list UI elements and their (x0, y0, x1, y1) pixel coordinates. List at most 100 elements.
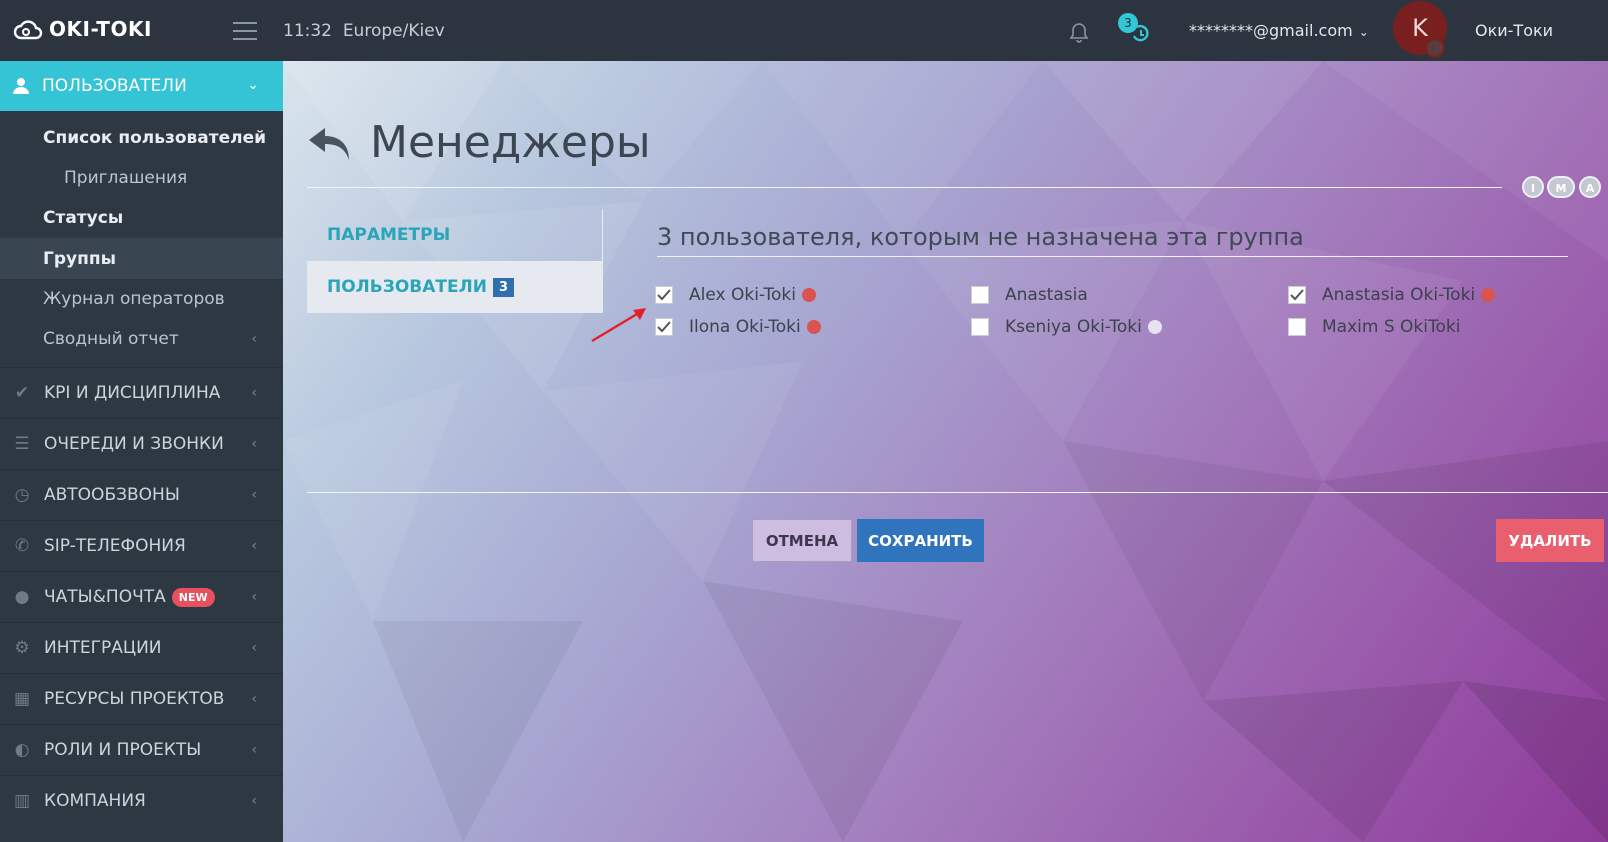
user-name: Alex Oki-Toki (689, 285, 796, 305)
sidebar-item-resources[interactable]: ▦ РЕСУРСЫ ПРОЕКТОВ ‹ (0, 673, 283, 724)
form-divider (307, 492, 1608, 493)
tab-parameters[interactable]: ПАРАМЕТРЫ (307, 209, 603, 261)
sidebar-item-sip[interactable]: ✆ SIP-ТЕЛЕФОНИЯ ‹ (0, 520, 283, 571)
sidebar-sub-label: Сводный отчет (43, 328, 179, 349)
chevron-left-icon: ‹ (251, 538, 257, 554)
new-badge: NEW (171, 587, 215, 607)
checkbox[interactable] (655, 286, 673, 304)
main-content: Менеджеры I M A ПАРАМЕТРЫ ПОЛЬЗОВАТЕЛИ 3… (283, 61, 1608, 842)
checkbox[interactable] (971, 318, 989, 336)
sidebar-sub-summary-report[interactable]: Сводный отчет ‹ (0, 318, 283, 359)
username[interactable]: Оки-Токи (1475, 21, 1553, 40)
user-name: Kseniya Oki-Toki (1005, 317, 1142, 337)
sidebar-item-users[interactable]: ПОЛЬЗОВАТЕЛИ ⌄ (0, 61, 283, 111)
status-dot (1147, 320, 1162, 334)
sidebar-item-queues[interactable]: ☰ ОЧЕРЕДИ И ЗВОНКИ ‹ (0, 418, 283, 469)
chevron-left-icon: ‹ (251, 640, 257, 656)
status-dot (806, 320, 821, 334)
checkbox[interactable] (655, 318, 673, 336)
sidebar-sub-groups[interactable]: Группы (0, 238, 283, 279)
title-divider (307, 187, 1502, 188)
user-checkbox-item[interactable]: Alex Oki-Toki (655, 285, 816, 305)
bar-chart-icon: ▥ (13, 791, 31, 811)
view-mode-a[interactable]: A (1579, 176, 1601, 198)
sidebar-sub-label: Статусы (43, 207, 124, 228)
user-checkbox-item[interactable]: Anastasia (971, 285, 1088, 305)
checkmark-icon (657, 321, 671, 333)
sidebar-item-label: ИНТЕГРАЦИИ (44, 638, 162, 658)
user-checkbox-item[interactable]: Ilona Oki-Toki (655, 317, 821, 337)
checkmark-icon (1290, 289, 1304, 301)
check-icon: ✔ (14, 383, 30, 403)
sidebar-sub-label: Журнал операторов (43, 288, 225, 309)
sidebar-item-autodial[interactable]: ◷ АВТООБЗВОНЫ ‹ (0, 469, 283, 520)
bell-icon[interactable] (1068, 21, 1090, 43)
sidebar-item-roles[interactable]: ◐ РОЛИ И ПРОЕКТЫ ‹ (0, 724, 283, 775)
cancel-button[interactable]: ОТМЕНА (752, 519, 852, 562)
user-checkbox-item[interactable]: Maxim S OkiToki (1288, 317, 1460, 337)
avatar-status-indicator (1425, 38, 1445, 58)
top-bar: OKI-TOKI 11:32 Europe/Kiev 3 ********@gm… (0, 0, 1608, 61)
sidebar-sub-operator-log[interactable]: Журнал операторов (0, 278, 283, 319)
checkbox[interactable] (1288, 318, 1306, 336)
toggle-icon: ◐ (14, 740, 30, 760)
timer-button[interactable]: 3 (1118, 13, 1152, 45)
user-icon (13, 78, 29, 94)
logo-text: OKI-TOKI (49, 17, 152, 41)
chevron-down-icon: ⌄ (1358, 25, 1369, 39)
sidebar-item-integrations[interactable]: ⚙ ИНТЕГРАЦИИ ‹ (0, 622, 283, 673)
user-name: Ilona Oki-Toki (689, 317, 801, 337)
sidebar-item-company[interactable]: ▥ КОМПАНИЯ ‹ (0, 775, 283, 826)
checkmark-icon (657, 289, 671, 301)
time-value: 11:32 (283, 21, 332, 41)
sidebar-item-label: РЕСУРСЫ ПРОЕКТОВ (44, 689, 225, 709)
background-pattern (283, 61, 1608, 842)
page-title: Менеджеры (370, 117, 651, 168)
user-checkbox-item[interactable]: Anastasia Oki-Toki (1288, 285, 1496, 305)
checkbox[interactable] (971, 286, 989, 304)
section-title: 3 пользователя, которым не назначена эта… (657, 223, 1304, 251)
clock: 11:32 Europe/Kiev (283, 21, 445, 41)
save-button[interactable]: СОХРАНИТЬ (857, 519, 984, 562)
view-mode-i[interactable]: I (1522, 176, 1544, 198)
user-checkbox-item[interactable]: Kseniya Oki-Toki (971, 317, 1162, 337)
menu-toggle-icon[interactable] (233, 22, 257, 40)
back-arrow-icon[interactable] (307, 124, 351, 164)
list-icon: ☰ (14, 434, 30, 454)
cloud-logo-icon (13, 20, 43, 40)
chevron-left-icon: ‹ (251, 385, 257, 401)
chat-icon: ● (14, 587, 30, 607)
clock-icon: ◷ (14, 485, 30, 505)
checkbox[interactable] (1288, 286, 1306, 304)
sidebar-sub-label: Приглашения (64, 167, 188, 188)
sidebar-item-label: ОЧЕРЕДИ И ЗВОНКИ (44, 434, 224, 454)
chevron-left-icon: ‹ (251, 436, 257, 452)
tab-users[interactable]: ПОЛЬЗОВАТЕЛИ 3 (307, 261, 603, 313)
user-name: Maxim S OkiToki (1322, 317, 1461, 337)
sidebar-sub-statuses[interactable]: Статусы (0, 197, 283, 238)
view-mode-m[interactable]: M (1547, 176, 1575, 198)
tab-label: ПАРАМЕТРЫ (327, 225, 451, 245)
sidebar-sub-label: Список пользователей (43, 127, 267, 148)
section-divider (657, 256, 1568, 257)
sidebar-sub-invitations[interactable]: Приглашения (0, 157, 283, 198)
account-dropdown[interactable]: ********@gmail.com ⌄ (1189, 21, 1369, 40)
user-name: Anastasia (1005, 285, 1088, 305)
status-dot (801, 288, 816, 302)
chevron-left-icon: ‹ (251, 793, 257, 809)
sidebar-item-label: ПОЛЬЗОВАТЕЛИ (42, 76, 187, 96)
user-name: Anastasia Oki-Toki (1322, 285, 1476, 305)
logo[interactable]: OKI-TOKI (13, 17, 152, 41)
chevron-down-icon: ⌄ (247, 77, 259, 93)
sidebar-item-kpi[interactable]: ✔ KPI И ДИСЦИПЛИНА ‹ (0, 367, 283, 418)
sidebar-sub-user-list[interactable]: Список пользователей (0, 117, 283, 158)
chevron-left-icon: ‹ (251, 691, 257, 707)
sidebar-item-chats[interactable]: ● ЧАТЫ&ПОЧТА NEW ‹ (0, 571, 283, 622)
sidebar-item-label: РОЛИ И ПРОЕКТЫ (44, 740, 202, 760)
delete-button[interactable]: УДАЛИТЬ (1496, 519, 1604, 562)
chevron-left-icon: ‹ (251, 589, 257, 605)
sidebar-item-label: SIP-ТЕЛЕФОНИЯ (44, 536, 186, 556)
sidebar-item-label: КОМПАНИЯ (44, 791, 146, 811)
timezone-value: Europe/Kiev (342, 21, 445, 41)
tab-label: ПОЛЬЗОВАТЕЛИ (327, 277, 487, 297)
